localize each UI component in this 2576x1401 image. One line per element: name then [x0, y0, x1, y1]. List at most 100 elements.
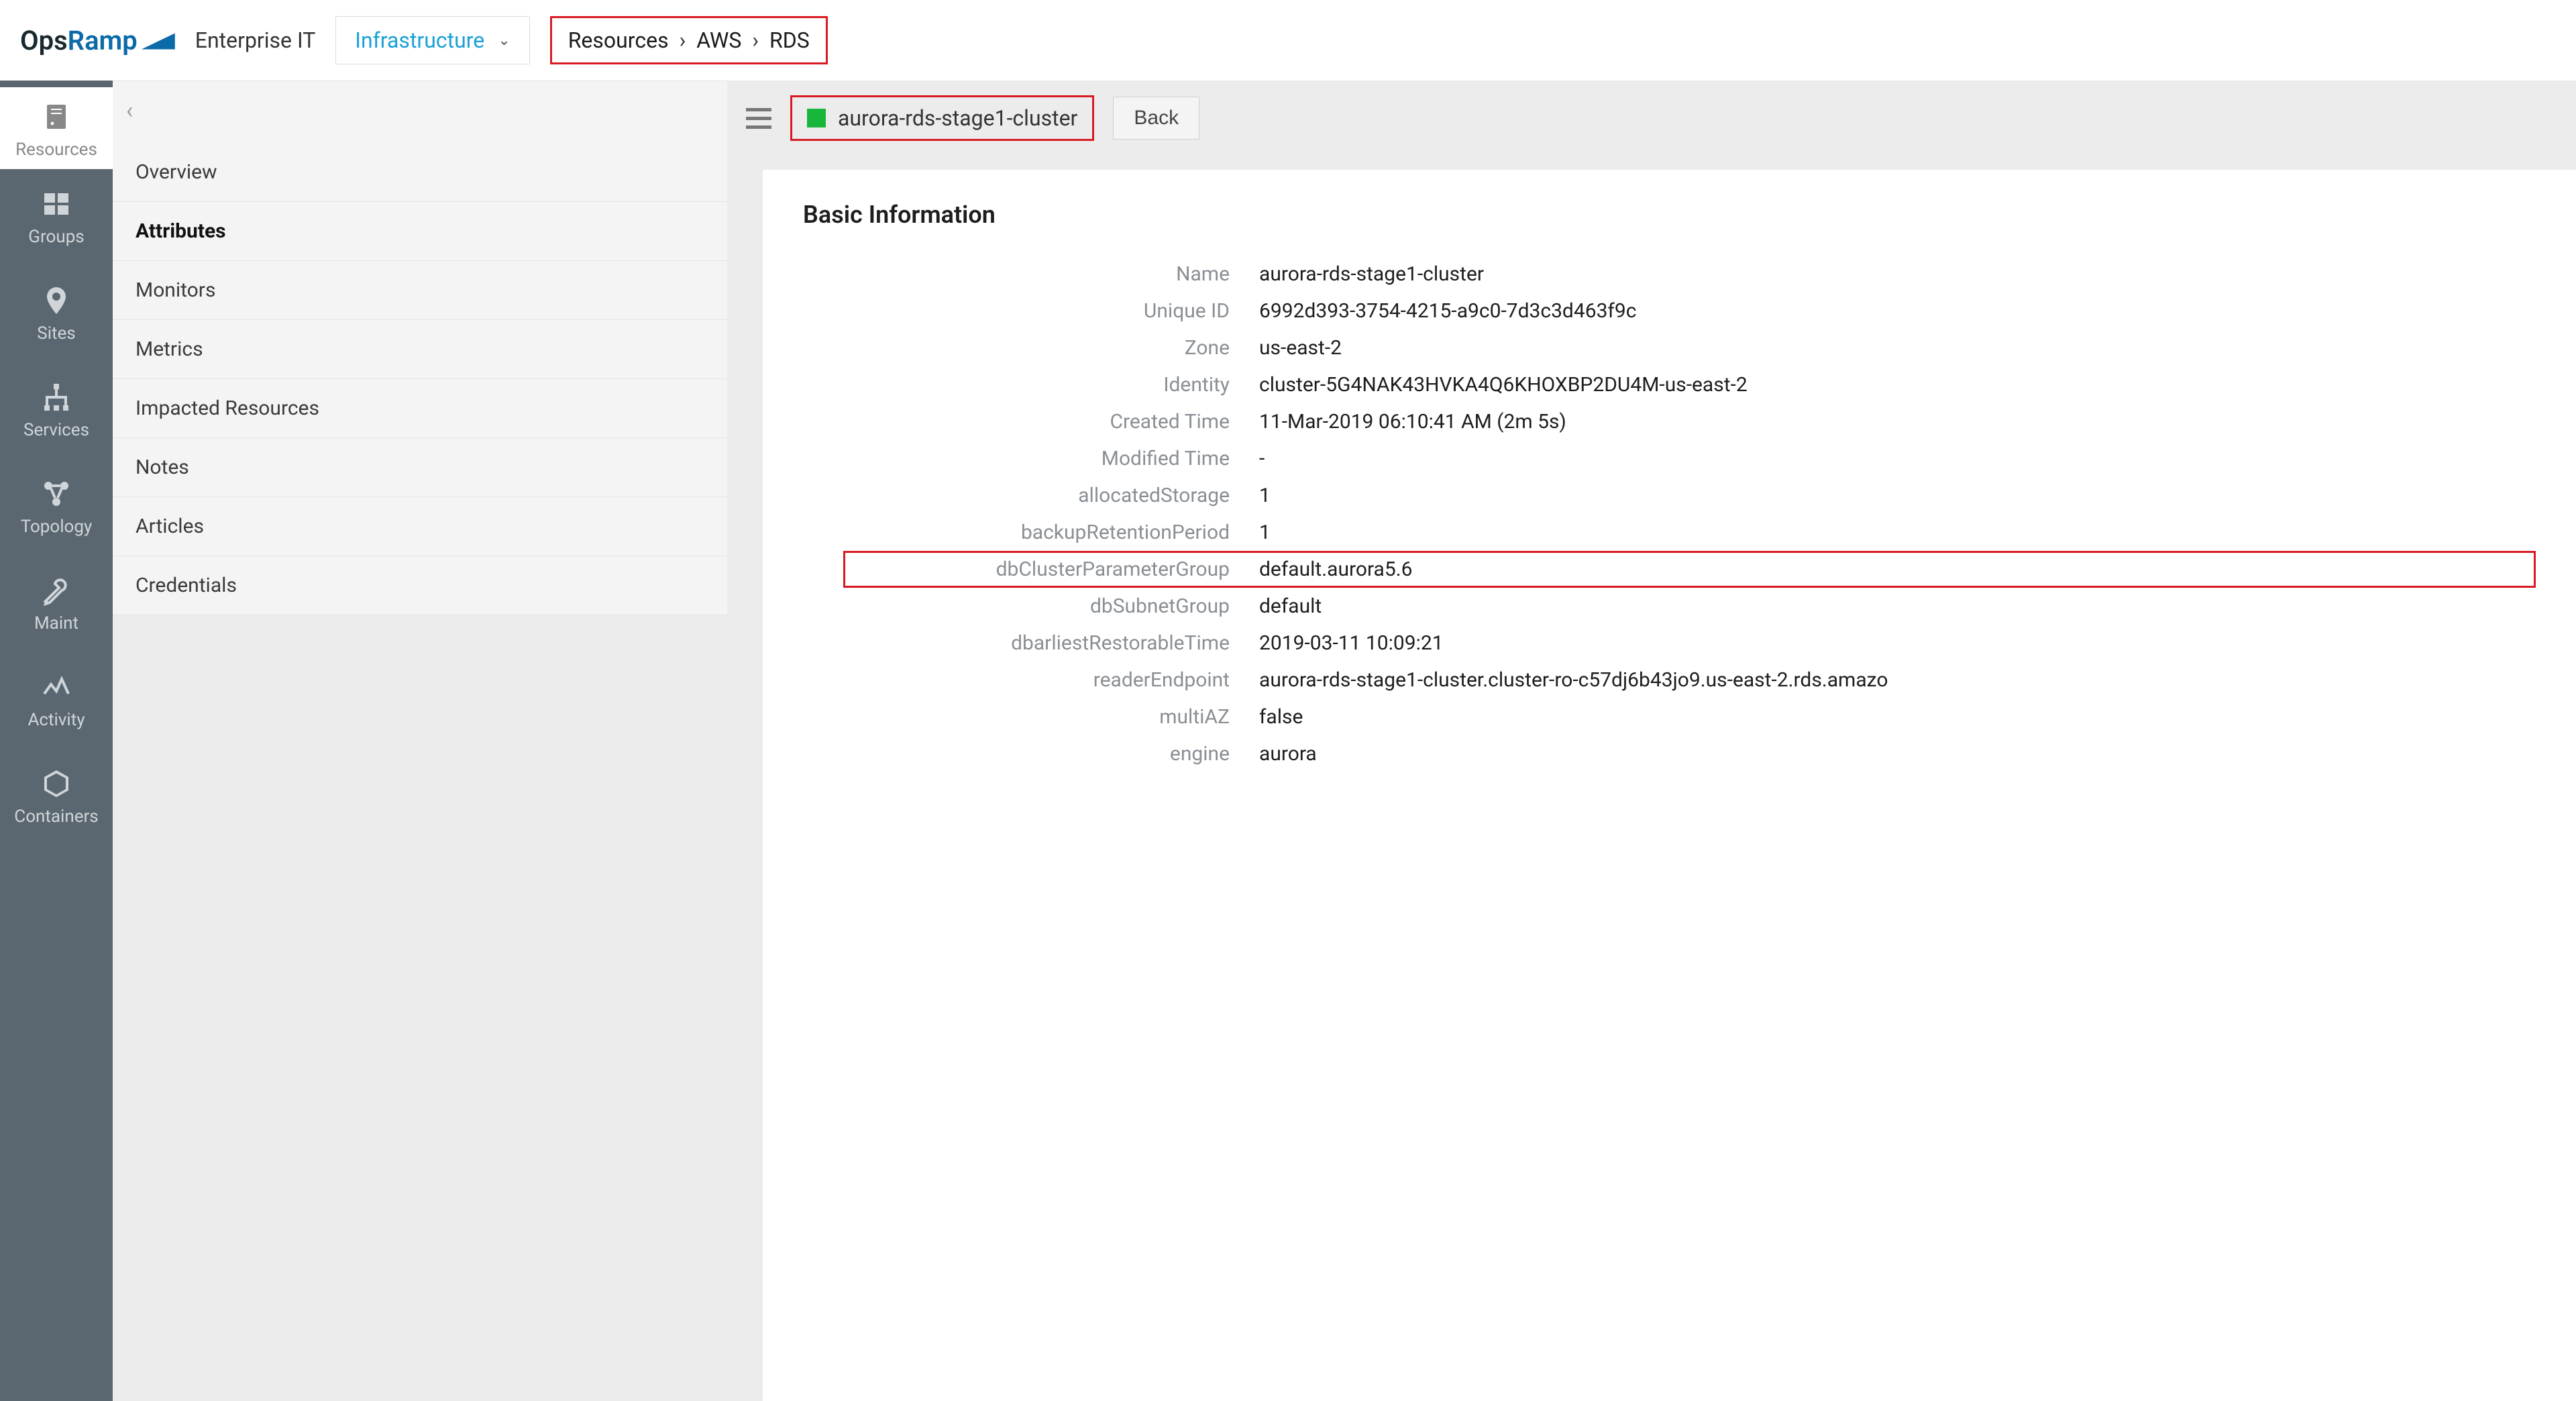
attr-value: 1	[1259, 521, 1271, 544]
panel-item-metrics[interactable]: Metrics	[113, 320, 727, 379]
topbar: OpsRamp Enterprise IT Infrastructure ⌄ R…	[0, 0, 2576, 81]
attr-key: Identity	[843, 373, 1259, 397]
main: Resources Groups Sites Services Topology…	[0, 81, 2576, 1401]
attr-value: 2019-03-11 10:09:21	[1259, 631, 1444, 655]
panel-item-attributes[interactable]: Attributes	[113, 202, 727, 261]
attr-row: multiAZfalse	[843, 698, 2536, 735]
rail-label: Groups	[28, 227, 84, 247]
rail-label: Topology	[21, 517, 93, 537]
panel-item-notes[interactable]: Notes	[113, 438, 727, 497]
attr-row: Created Time11-Mar-2019 06:10:41 AM (2m …	[843, 403, 2536, 440]
nav-dropdown-label: Infrastructure	[355, 28, 484, 53]
brand-part2: Ramp	[68, 25, 138, 56]
rail-label: Containers	[14, 807, 98, 827]
breadcrumb-item[interactable]: AWS	[696, 28, 741, 53]
topology-icon	[40, 478, 72, 510]
attr-key: Modified Time	[843, 447, 1259, 470]
panel-item-credentials[interactable]: Credentials	[113, 556, 727, 615]
attr-key: multiAZ	[843, 705, 1259, 729]
attr-row: dbSubnetGroupdefault	[843, 588, 2536, 625]
attr-row: dbarliestRestorableTime2019-03-11 10:09:…	[843, 625, 2536, 662]
chevron-right-icon: ›	[680, 28, 686, 53]
attr-row: Modified Time-	[843, 440, 2536, 477]
chevron-down-icon: ⌄	[498, 32, 510, 49]
server-icon	[40, 101, 72, 133]
attr-key: engine	[843, 742, 1259, 766]
panel-item-impacted-resources[interactable]: Impacted Resources	[113, 379, 727, 438]
attr-row: readerEndpointaurora-rds-stage1-cluster.…	[843, 662, 2536, 698]
brand-logo: OpsRamp	[20, 25, 175, 56]
breadcrumb-item[interactable]: RDS	[769, 28, 810, 53]
attributes-grid: Nameaurora-rds-stage1-clusterUnique ID69…	[843, 256, 2536, 772]
attr-key: allocatedStorage	[843, 484, 1259, 507]
groups-icon	[40, 188, 72, 220]
section-title: Basic Information	[803, 201, 2536, 229]
tenant-name[interactable]: Enterprise IT	[195, 28, 316, 53]
brand-part1: Ops	[20, 25, 68, 56]
hamburger-icon[interactable]	[746, 108, 771, 129]
rail-item-containers[interactable]: Containers	[0, 749, 113, 845]
attr-row: Nameaurora-rds-stage1-cluster	[843, 256, 2536, 293]
attr-key: backupRetentionPeriod	[843, 521, 1259, 544]
attr-value: aurora-rds-stage1-cluster	[1259, 262, 1484, 286]
network-icon	[40, 381, 72, 413]
secondary-panel: ‹ Overview Attributes Monitors Metrics I…	[113, 81, 727, 1401]
rail-label: Activity	[28, 710, 85, 730]
attr-key: dbClusterParameterGroup	[843, 558, 1259, 581]
attr-key: Unique ID	[843, 299, 1259, 323]
attr-row: Identitycluster-5G4NAK43HVKA4Q6KHOXBP2DU…	[843, 366, 2536, 403]
content: aurora-rds-stage1-cluster Back Basic Inf…	[727, 81, 2576, 1401]
status-indicator	[807, 109, 826, 127]
attr-row: dbClusterParameterGroupdefault.aurora5.6	[843, 551, 2536, 588]
tools-icon	[40, 574, 72, 607]
breadcrumb-item[interactable]: Resources	[568, 28, 669, 53]
panel-menu: Overview Attributes Monitors Metrics Imp…	[113, 81, 727, 615]
attr-row: Unique ID6992d393-3754-4215-a9c0-7d3c3d4…	[843, 293, 2536, 329]
attr-value: 1	[1259, 484, 1271, 507]
attr-value: aurora	[1259, 742, 1317, 766]
attr-value: us-east-2	[1259, 336, 1342, 360]
attr-value: cluster-5G4NAK43HVKA4Q6KHOXBP2DU4M-us-ea…	[1259, 373, 1748, 397]
attr-value: default	[1259, 594, 1322, 618]
panel-item-articles[interactable]: Articles	[113, 497, 727, 556]
attr-value: false	[1259, 705, 1303, 729]
rail-item-topology[interactable]: Topology	[0, 459, 113, 556]
attr-row: backupRetentionPeriod1	[843, 514, 2536, 551]
resource-title-text: aurora-rds-stage1-cluster	[838, 105, 1077, 131]
rail-item-resources[interactable]: Resources	[0, 87, 113, 169]
attr-key: Zone	[843, 336, 1259, 360]
attr-value: 11-Mar-2019 06:10:41 AM (2m 5s)	[1259, 410, 1566, 433]
rail-label: Services	[23, 420, 89, 440]
attr-key: dbSubnetGroup	[843, 594, 1259, 618]
rail-item-sites[interactable]: Sites	[0, 266, 113, 362]
chevron-right-icon: ›	[752, 28, 759, 53]
attr-row: allocatedStorage1	[843, 477, 2536, 514]
brand-wedge-icon	[142, 34, 175, 50]
attr-key: Name	[843, 262, 1259, 286]
attributes-card: Basic Information Nameaurora-rds-stage1-…	[762, 169, 2576, 1401]
attr-key: Created Time	[843, 410, 1259, 433]
rail-item-activity[interactable]: Activity	[0, 652, 113, 749]
resource-title: aurora-rds-stage1-cluster	[790, 95, 1094, 141]
box-icon	[40, 768, 72, 800]
rail-label: Sites	[37, 323, 75, 344]
rail-item-maint[interactable]: Maint	[0, 556, 113, 652]
panel-item-monitors[interactable]: Monitors	[113, 261, 727, 320]
panel-back-button[interactable]: ‹	[126, 97, 133, 124]
attr-row: engineaurora	[843, 735, 2536, 772]
attr-value: -	[1259, 447, 1265, 470]
panel-item-overview[interactable]: Overview	[113, 143, 727, 202]
attr-key: readerEndpoint	[843, 668, 1259, 692]
breadcrumb: Resources › AWS › RDS	[550, 16, 828, 64]
attr-row: Zoneus-east-2	[843, 329, 2536, 366]
content-header: aurora-rds-stage1-cluster Back	[727, 81, 2576, 156]
rail-item-services[interactable]: Services	[0, 362, 113, 459]
rail-label: Maint	[34, 613, 78, 633]
rail-item-groups[interactable]: Groups	[0, 169, 113, 266]
attr-value: aurora-rds-stage1-cluster.cluster-ro-c57…	[1259, 668, 1888, 692]
icon-rail: Resources Groups Sites Services Topology…	[0, 81, 113, 1401]
location-pin-icon	[40, 284, 72, 317]
back-button[interactable]: Back	[1113, 97, 1199, 140]
nav-dropdown[interactable]: Infrastructure ⌄	[335, 16, 529, 64]
attr-value: default.aurora5.6	[1259, 558, 1413, 581]
